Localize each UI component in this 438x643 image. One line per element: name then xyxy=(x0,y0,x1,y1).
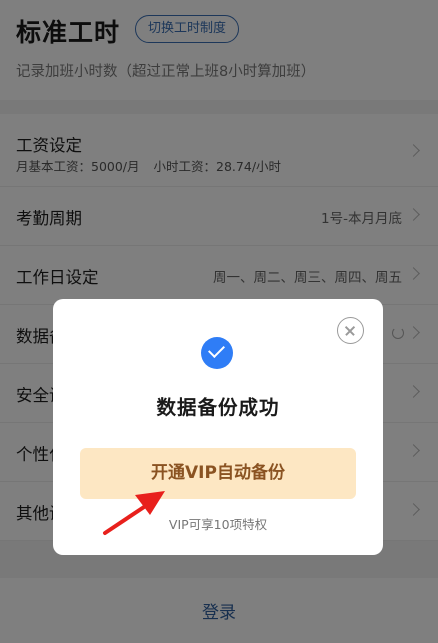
close-icon[interactable] xyxy=(337,317,364,344)
backup-success-dialog: 数据备份成功 开通VIP自动备份 VIP可享10项特权 xyxy=(53,299,383,555)
app-page: 标准工时 切换工时制度 记录加班小时数（超过正常上班8小时算加班） 工资设定 月… xyxy=(0,0,438,643)
check-circle-icon xyxy=(201,337,233,369)
open-vip-auto-backup-button[interactable]: 开通VIP自动备份 xyxy=(80,448,356,499)
dialog-title: 数据备份成功 xyxy=(156,396,280,419)
vip-benefits-note: VIP可享10项特权 xyxy=(168,517,268,532)
